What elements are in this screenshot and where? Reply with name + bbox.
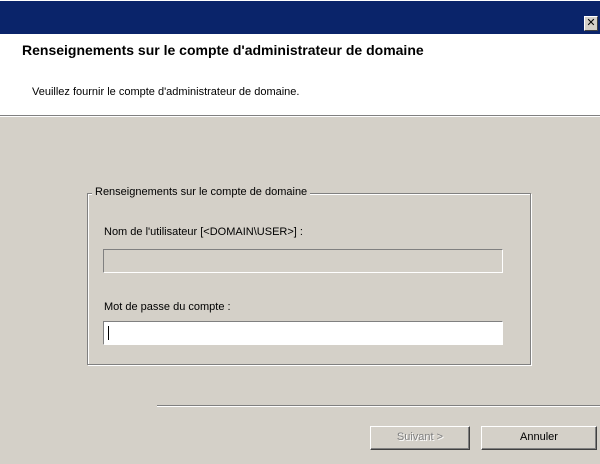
header-divider — [0, 116, 600, 117]
username-field[interactable] — [103, 249, 503, 273]
text-caret — [108, 326, 109, 340]
page-title: Renseignements sur le compte d'administr… — [22, 42, 424, 58]
password-label: Mot de passe du compte : — [104, 301, 231, 313]
password-field[interactable] — [103, 321, 503, 345]
next-button[interactable]: Suivant > — [370, 426, 470, 450]
close-icon[interactable]: ✕ — [584, 16, 598, 31]
cancel-button[interactable]: Annuler — [481, 426, 597, 450]
group-legend: Renseignements sur le compte de domaine — [92, 186, 311, 198]
username-label: Nom de l'utilisateur [<DOMAIN\USER>] : — [104, 226, 303, 238]
button-divider — [157, 405, 600, 407]
title-bar: ✕ — [0, 0, 600, 34]
wizard-header: Renseignements sur le compte d'administr… — [0, 34, 600, 116]
page-description: Veuillez fournir le compte d'administrat… — [32, 86, 300, 98]
